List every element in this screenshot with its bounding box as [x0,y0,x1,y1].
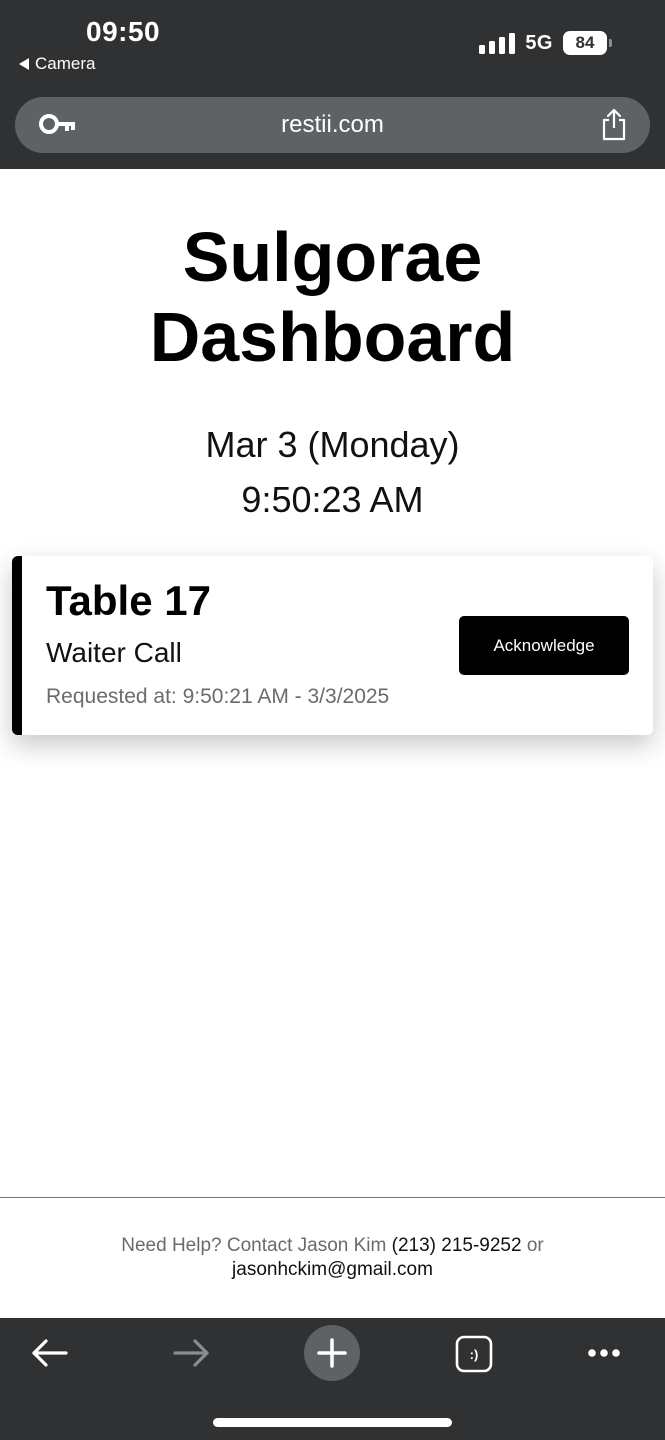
status-time: 09:50 [86,16,161,47]
plus-icon[interactable] [304,1325,360,1381]
footer-phone-link[interactable]: (213) 215-9252 [392,1235,522,1256]
call-requested-time: Requested at: 9:50:21 AM - 3/3/2025 [46,685,390,708]
battery-level: 84 [575,33,595,52]
url-text[interactable]: restii.com [15,111,650,139]
network-type: 5G [525,31,553,54]
current-date: Mar 3 (Monday) [205,424,460,465]
footer-help-text: Need Help? Contact Jason Kim [121,1235,392,1256]
home-indicator[interactable] [213,1418,452,1427]
arrow-left-icon[interactable] [30,1338,70,1368]
footer-or-text: or [521,1235,544,1256]
status-indicators: 5G 84 [479,31,612,55]
page-title: Sulgorae Dashboard [0,217,665,377]
back-to-camera-link[interactable]: Camera [19,54,95,74]
current-clock: 9:50:23 AM [241,479,424,520]
call-table-number: Table 17 [46,577,211,624]
signal-icon [479,32,516,54]
acknowledge-button[interactable]: Acknowledge [459,616,629,675]
page-title-line2: Dashboard [149,298,516,376]
call-card: Table 17 Waiter Call Requested at: 9:50:… [12,556,653,735]
address-bar[interactable]: restii.com [15,97,650,153]
footer-divider [0,1197,665,1198]
tabs-glyph: :) [470,1347,479,1362]
back-triangle-icon [19,58,29,70]
footer-help: Need Help? Contact Jason Kim (213) 215-9… [0,1234,665,1282]
footer-email-link[interactable]: jasonhckim@gmail.com [232,1259,433,1280]
more-icon[interactable] [586,1347,622,1359]
page-title-line1: Sulgorae [182,218,483,296]
browser-top-chrome: 09:50 Camera 5G 84 restii.com [0,0,665,169]
back-to-camera-label: Camera [35,54,96,73]
arrow-right-icon[interactable] [171,1338,211,1368]
tabs-icon[interactable]: :) [455,1335,493,1373]
share-icon[interactable] [600,108,628,141]
battery-icon: 84 [563,31,612,55]
call-type: Waiter Call [46,637,182,668]
